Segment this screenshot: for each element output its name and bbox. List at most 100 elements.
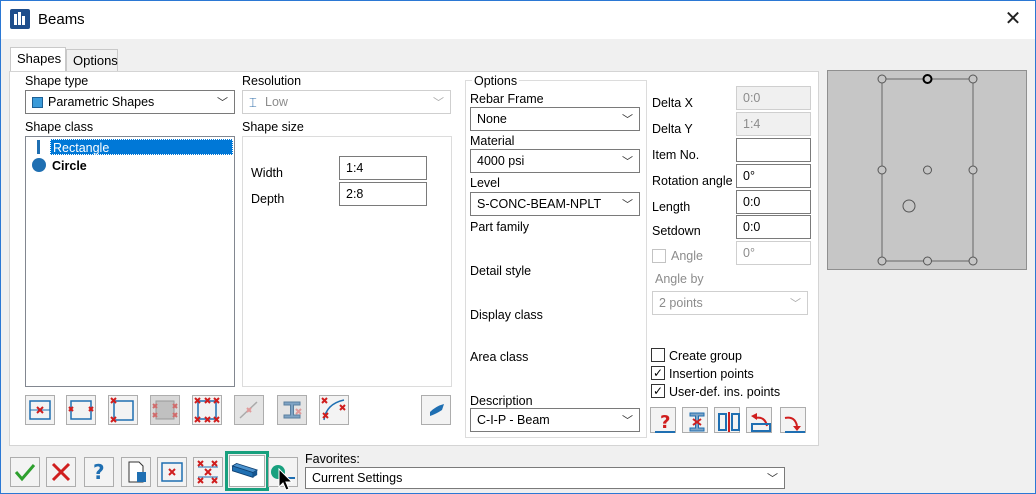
- material-value: 4000 psi: [477, 154, 525, 168]
- tab-shapes[interactable]: Shapes: [10, 47, 66, 72]
- angle-checkbox[interactable]: [652, 249, 666, 263]
- depth-input[interactable]: 2:8: [339, 182, 427, 206]
- cancel-button[interactable]: [46, 457, 76, 487]
- delta-x-label: Delta X: [652, 96, 693, 110]
- help-button[interactable]: ?: [84, 457, 114, 487]
- shape-multi-insert-button[interactable]: [150, 395, 180, 425]
- app-icon: [10, 9, 30, 29]
- shape-center-insert-button[interactable]: [25, 395, 55, 425]
- chevron-down-icon: ﹀: [622, 199, 633, 211]
- level-select[interactable]: S-CONC-BEAM-NPLT ﹀: [470, 192, 640, 216]
- arc-path-button[interactable]: [319, 395, 349, 425]
- user-def-points-label: User-def. ins. points: [669, 385, 781, 399]
- description-value: C-I-P - Beam: [477, 413, 550, 427]
- title-bar: [1, 1, 1035, 39]
- level-label: Level: [470, 176, 500, 190]
- insertion-points-checkbox[interactable]: ✓: [651, 366, 665, 380]
- rotate-left-button[interactable]: [746, 407, 772, 433]
- user-def-points-checkbox[interactable]: ✓: [651, 384, 665, 398]
- rectangle-icon: [37, 140, 40, 154]
- chevron-down-icon: ﹀: [790, 298, 801, 310]
- item-no-label: Item No.: [652, 148, 700, 162]
- shape-edge-insert-button[interactable]: [66, 395, 96, 425]
- part-family-label: Part family: [470, 220, 530, 234]
- document-settings-button[interactable]: [121, 457, 151, 487]
- multi-insert-point-button[interactable]: [193, 457, 223, 487]
- chevron-down-icon: ﹀: [217, 97, 228, 109]
- ok-button[interactable]: [10, 457, 40, 487]
- i-beam-insert-button[interactable]: [682, 407, 708, 433]
- rebar-frame-label: Rebar Frame: [470, 92, 544, 106]
- insert-point-button[interactable]: [157, 457, 187, 487]
- width-input[interactable]: 1:4: [339, 156, 427, 180]
- length-input[interactable]: 0:0: [736, 190, 811, 214]
- chevron-down-icon: ﹀: [767, 473, 778, 485]
- mirror-button[interactable]: [714, 407, 740, 433]
- display-class-label: Display class: [470, 308, 543, 322]
- paint-brush-button[interactable]: [421, 395, 451, 425]
- width-label: Width: [251, 166, 283, 180]
- window-title: Beams: [38, 11, 85, 28]
- rotate-right-button[interactable]: [780, 407, 806, 433]
- chevron-down-icon: ﹀: [622, 114, 633, 126]
- shape-type-select[interactable]: Parametric Shapes ﹀: [25, 90, 235, 114]
- shape-class-list[interactable]: Rectangle Circle: [25, 136, 235, 387]
- description-label: Description: [470, 394, 533, 408]
- item-no-input[interactable]: [736, 138, 811, 162]
- area-class-label: Area class: [470, 350, 529, 364]
- shape-corner-insert-button[interactable]: [108, 395, 138, 425]
- material-label: Material: [470, 134, 515, 148]
- rotation-angle-input[interactable]: 0°: [736, 164, 811, 188]
- shape-type-label: Shape type: [25, 74, 89, 88]
- query-help-button[interactable]: ?: [650, 407, 676, 433]
- chevron-down-icon: ﹀: [622, 156, 633, 168]
- preview-drawing: [877, 74, 978, 266]
- chevron-down-icon: ﹀: [433, 97, 444, 109]
- angle-input[interactable]: 0°: [736, 241, 811, 265]
- angle-label: Angle: [671, 249, 703, 263]
- description-select[interactable]: C-I-P - Beam ﹀: [470, 408, 640, 432]
- rotation-angle-label: Rotation angle: [652, 174, 733, 188]
- setdown-label: Setdown: [652, 224, 701, 238]
- favorites-value: Current Settings: [312, 471, 403, 485]
- i-beam-profile-button[interactable]: [277, 395, 307, 425]
- material-select[interactable]: 4000 psi ﹀: [470, 149, 640, 173]
- resolution-label: Resolution: [242, 74, 302, 88]
- close-icon[interactable]: ✕: [1000, 6, 1026, 32]
- insertion-points-label: Insertion points: [669, 367, 754, 381]
- favorites-label: Favorites:: [305, 452, 360, 466]
- level-value: S-CONC-BEAM-NPLT: [477, 197, 602, 211]
- create-group-checkbox[interactable]: [651, 348, 665, 362]
- svg-text:?: ?: [660, 412, 670, 433]
- setdown-input[interactable]: 0:0: [736, 215, 811, 239]
- shape-size-label: Shape size: [242, 120, 304, 134]
- favorites-select[interactable]: Current Settings ﹀: [305, 467, 785, 489]
- chevron-down-icon: ﹀: [622, 415, 633, 427]
- svg-text:?: ?: [93, 460, 105, 484]
- tab-options[interactable]: Options: [66, 49, 118, 71]
- create-group-label: Create group: [669, 349, 742, 363]
- beam-tool-button[interactable]: [225, 451, 269, 491]
- depth-label: Depth: [251, 192, 285, 206]
- rebar-frame-value: None: [477, 112, 507, 126]
- shape-preview: [827, 70, 1027, 270]
- length-label: Length: [652, 200, 691, 214]
- shape-class-label: Shape class: [25, 120, 94, 134]
- angle-by-select[interactable]: 2 points ﹀: [652, 291, 808, 315]
- shape-all-points-button[interactable]: [192, 395, 222, 425]
- list-item-rectangle[interactable]: Rectangle: [50, 139, 233, 155]
- detail-style-label: Detail style: [470, 264, 532, 278]
- resolution-select[interactable]: ⌶ Low ﹀: [242, 90, 451, 114]
- rebar-frame-select[interactable]: None ﹀: [470, 107, 640, 131]
- shape-type-value: Parametric Shapes: [48, 95, 155, 109]
- delta-y-label: Delta Y: [652, 122, 693, 136]
- delta-y-input[interactable]: 1:4: [736, 112, 811, 136]
- angle-by-value: 2 points: [659, 296, 703, 310]
- list-item-circle[interactable]: Circle: [50, 158, 89, 174]
- options-group-label: Options: [472, 74, 520, 88]
- shape-diagonal-button[interactable]: [234, 395, 264, 425]
- delta-x-input[interactable]: 0:0: [736, 86, 811, 110]
- circle-icon: [32, 158, 46, 172]
- mouse-cursor-icon: [278, 467, 294, 494]
- angle-by-label: Angle by: [655, 272, 704, 286]
